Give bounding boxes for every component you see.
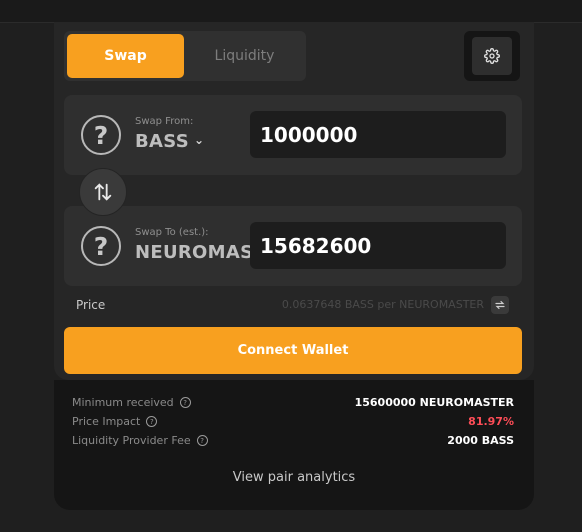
swap-to-panel: ? Swap To (est.): NEUROMASTER 15682600 bbox=[64, 206, 522, 286]
settings-button[interactable] bbox=[464, 31, 520, 81]
min-received-label: Minimum received bbox=[72, 396, 174, 409]
gear-icon bbox=[484, 48, 500, 64]
swap-to-amount-input[interactable]: 15682600 bbox=[250, 222, 506, 269]
swap-arrows-icon bbox=[94, 183, 112, 201]
help-icon[interactable]: ? bbox=[146, 416, 158, 427]
tab-swap[interactable]: Swap bbox=[67, 34, 184, 78]
price-value: 0.0637648 BASS per NEUROMASTER bbox=[281, 298, 484, 311]
connect-wallet-button[interactable]: Connect Wallet bbox=[64, 327, 522, 374]
lp-fee-value: 2000 BASS bbox=[447, 434, 514, 447]
swap-to-token-select[interactable]: NEUROMASTER bbox=[135, 242, 251, 263]
view-pair-analytics-link[interactable]: View pair analytics bbox=[54, 470, 534, 485]
swap-to-token: NEUROMASTER bbox=[135, 242, 251, 263]
invert-price-button[interactable] bbox=[491, 296, 509, 314]
price-impact-value: 81.97% bbox=[468, 415, 514, 428]
question-circle-icon: ? bbox=[81, 115, 121, 155]
question-circle-icon: ? bbox=[81, 226, 121, 266]
refresh-icon bbox=[495, 300, 505, 310]
swap-from-token: BASS bbox=[135, 131, 189, 152]
settings-button-inner[interactable] bbox=[472, 37, 512, 75]
swap-from-panel: ? Swap From: BASS ⌄ 1000000 bbox=[64, 95, 522, 175]
swap-from-token-select[interactable]: BASS ⌄ bbox=[135, 131, 204, 152]
lp-fee-row: Liquidity Provider Fee? 2000 BASS bbox=[72, 434, 514, 450]
swap-to-label: Swap To (est.): bbox=[135, 227, 209, 238]
tab-liquidity[interactable]: Liquidity bbox=[186, 34, 303, 78]
min-received-row: Minimum received? 15600000 NEUROMASTER bbox=[72, 396, 514, 412]
price-impact-label: Price Impact bbox=[72, 415, 141, 428]
swap-from-label: Swap From: bbox=[135, 116, 194, 127]
help-icon[interactable]: ? bbox=[179, 397, 191, 408]
lp-fee-label: Liquidity Provider Fee bbox=[72, 434, 191, 447]
price-label: Price bbox=[76, 298, 106, 312]
chevron-down-icon: ⌄ bbox=[193, 133, 205, 147]
price-impact-row: Price Impact? 81.97% bbox=[72, 415, 514, 431]
top-bar bbox=[0, 0, 582, 23]
min-received-value: 15600000 NEUROMASTER bbox=[354, 396, 514, 409]
tab-bar: Swap Liquidity bbox=[64, 31, 306, 81]
swap-from-amount-input[interactable]: 1000000 bbox=[250, 111, 506, 158]
help-icon[interactable]: ? bbox=[196, 435, 208, 446]
switch-tokens-button[interactable] bbox=[79, 168, 127, 216]
